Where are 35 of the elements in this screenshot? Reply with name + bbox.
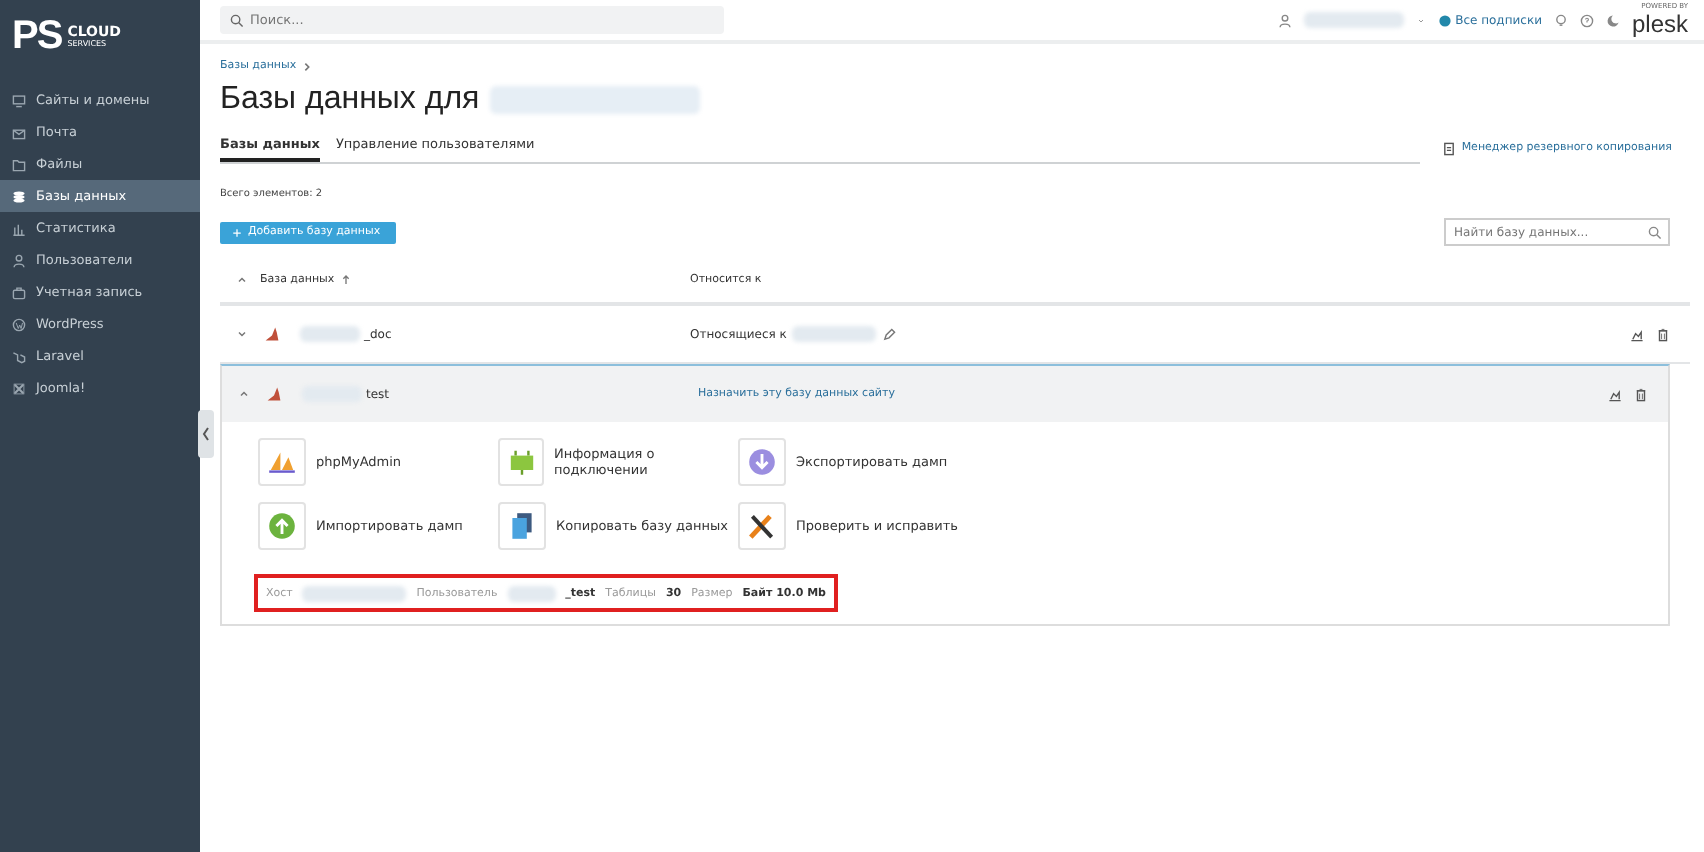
download-icon: [746, 446, 778, 478]
monitor-icon: [12, 93, 26, 107]
blurred-text: [1303, 12, 1404, 28]
delete-icon[interactable]: [1656, 327, 1670, 341]
expand-icon[interactable]: [238, 388, 250, 400]
database-icon: [12, 189, 26, 203]
collapse-all-icon[interactable]: [236, 274, 248, 286]
collapse-handle-icon[interactable]: [198, 410, 214, 458]
plug-icon: [505, 446, 537, 478]
user-icon: [1277, 13, 1292, 27]
logo-mark: PS: [12, 16, 62, 56]
sort-arrow-icon: [342, 274, 351, 286]
pencil-icon[interactable]: [882, 327, 897, 341]
expand-icon[interactable]: [236, 328, 248, 340]
blurred-text: [792, 326, 877, 342]
delete-icon[interactable]: [1634, 387, 1648, 401]
mail-icon: [12, 125, 26, 139]
chevron-icon: [302, 61, 313, 71]
moon-icon[interactable]: [1605, 13, 1620, 27]
account-icon: [12, 285, 26, 299]
folder-icon: [12, 157, 26, 171]
search-icon: [230, 13, 244, 27]
copy-icon: [506, 510, 538, 542]
chart-icon: [12, 221, 26, 235]
brand-logo: plesk: [1631, 11, 1688, 36]
tools-icon: [746, 510, 778, 542]
search-icon: [1648, 225, 1662, 239]
plus-icon: [232, 227, 242, 237]
lightbulb-icon[interactable]: [1553, 13, 1568, 27]
document-icon: [1441, 141, 1456, 155]
page-title: Базы данных для: [220, 82, 480, 118]
wordpress-icon: [12, 317, 26, 331]
user-icon: [12, 253, 26, 267]
help-icon[interactable]: [1579, 13, 1594, 27]
blurred-text: [300, 326, 360, 342]
